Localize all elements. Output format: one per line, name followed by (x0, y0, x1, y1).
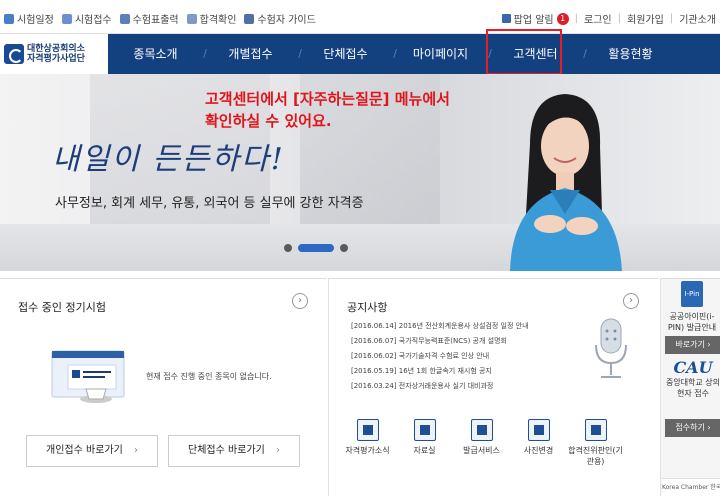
divider: | (574, 13, 579, 24)
side-panel: I-Pin 공공아이핀(i-PIN) 발급안내 바로가기 › CAU 중앙대학교… (660, 278, 720, 496)
microphone-icon (595, 318, 627, 378)
notice-item[interactable]: [2016.06.14] 2016년 전산회계운용사 상설검정 일정 안내 (351, 319, 561, 334)
no-open-exams-message: 현재 접수 진행 중인 종목이 없습니다. (146, 372, 272, 381)
individual-register-shortcut-button[interactable]: 개인접수 바로가기 › (26, 435, 158, 467)
notice-item[interactable]: [2016.03.24] 전자상거래운용사 실기 대비과정 (351, 379, 561, 394)
notice-item[interactable]: [2016.06.02] 국가기술자격 수험료 인상 안내 (351, 349, 561, 364)
menu-item-group-register[interactable]: 단체접수 (298, 34, 397, 74)
print-icon (119, 13, 130, 24)
service-archive[interactable]: 자료실 (396, 419, 453, 467)
chevron-right-icon: › (133, 445, 138, 456)
quick-link-register[interactable]: 시험접수 (61, 11, 112, 26)
notice-more-button[interactable]: › (623, 293, 639, 309)
service-shortcuts: 자격평가소식 자료실 발급서비스 사진변경 합격진위판인(기관용) (339, 419, 659, 467)
notice-item[interactable]: [2016.05.19] 16년 1회 한글속기 재시험 공지 (351, 364, 561, 379)
ipin-icon: I-Pin (681, 281, 703, 307)
popup-alert-link[interactable]: 팝업 알림 (514, 11, 554, 26)
ipin-go-button[interactable]: 바로가기 › (665, 336, 720, 354)
quick-link-schedule[interactable]: 시험일정 (4, 11, 54, 26)
news-icon (356, 419, 379, 441)
guide-icon (244, 13, 255, 24)
menu-item-mypage[interactable]: 마이페이지 (393, 34, 492, 74)
notice-title: 공지사항 (347, 301, 388, 314)
top-utility-bar: 시험일정 시험접수 수험표출력 합격확인 수험자 가이드 팝업 알림 1 | 로… (0, 0, 720, 34)
org-intro-link[interactable]: 기관소개 (679, 11, 716, 26)
customer-center-highlight-box (486, 29, 562, 75)
slide-dot[interactable] (284, 244, 292, 252)
ipin-section: I-Pin 공공아이핀(i-PIN) 발급안내 바로가기 › CAU 중앙대학교… (665, 281, 720, 440)
hero-slogan: 내일이 든든하다! (52, 142, 285, 177)
annotation-text: 고객센터에서 [자주하는질문] 메뉴에서 확인하실 수 있어요. (205, 90, 450, 130)
site-logo[interactable]: 대한상공회의소 자격평가사업단 (0, 34, 108, 74)
notice-item[interactable]: [2016.06.07] 국가직무능력표준(NCS) 공개 설명회 (351, 334, 561, 349)
service-verify[interactable]: 합격진위판인(기관용) (567, 419, 624, 467)
cau-banner[interactable]: CAU 중앙대학교 상의 현자 접수 (665, 358, 720, 416)
service-issuance[interactable]: 발급서비스 (453, 419, 510, 467)
open-exams-more-button[interactable]: › (292, 293, 308, 309)
cau-logo: CAU (673, 358, 713, 377)
group-register-shortcut-button[interactable]: 단체접수 바로가기 › (168, 435, 300, 467)
cau-text: 중앙대학교 상의 현자 접수 (665, 378, 720, 398)
logo-mark-icon (4, 44, 24, 64)
login-link[interactable]: 로그인 (584, 11, 612, 26)
popup-alert-icon (501, 14, 511, 23)
quick-links: 시험일정 시험접수 수험표출력 합격확인 수험자 가이드 (4, 11, 324, 26)
archive-icon (413, 419, 436, 441)
check-icon (186, 13, 197, 24)
alert-count-badge: 1 (556, 12, 569, 25)
chevron-right-icon: › (275, 445, 280, 456)
signup-link[interactable]: 회원가입 (627, 11, 664, 26)
logo-text: 대한상공회의소 자격평가사업단 (27, 44, 85, 64)
notice-panel: 공지사항 › [2016.06.14] 2016년 전산회계운용사 상설검정 일… (328, 278, 658, 496)
menu-item-usage-status[interactable]: 활용현황 (583, 34, 678, 74)
service-photo-change[interactable]: 사진변경 (510, 419, 567, 467)
partner-logo: Korea Chamber 한국표준협회 (662, 478, 720, 496)
calendar-icon (4, 13, 14, 24)
edit-icon (61, 13, 72, 24)
quick-link-guide[interactable]: 수험자 가이드 (244, 11, 316, 26)
main-navigation: 대한상공회의소 자격평가사업단 종목소개 개별접수 단체접수 마이페이지 고객센… (0, 34, 720, 74)
slide-indicator (284, 244, 348, 252)
menu-item-subjects[interactable]: 종목소개 (108, 34, 207, 74)
divider: | (617, 13, 621, 24)
quick-link-result[interactable]: 합격확인 (186, 11, 236, 26)
hero-subtext: 사무정보, 회계 세무, 유통, 외국어 등 실무에 강한 자격증 (55, 196, 364, 211)
divider: | (669, 13, 674, 24)
hero-banner: 고객센터에서 [자주하는질문] 메뉴에서 확인하실 수 있어요. 내일이 든든하… (0, 74, 720, 271)
menu-items: 종목소개 개별접수 단체접수 마이페이지 고객센터 활용현황 (108, 34, 678, 74)
menu-item-individual-register[interactable]: 개별접수 (203, 34, 302, 74)
photo-icon (527, 419, 550, 441)
slide-dot-active[interactable] (298, 244, 334, 252)
notice-list: [2016.06.14] 2016년 전산회계운용사 상설검정 일정 안내 [2… (351, 319, 561, 394)
hero-person-image (510, 94, 622, 271)
ipin-title: 공공아이핀(i-PIN) 발급안내 (667, 312, 717, 332)
exam-illustration-image (51, 350, 125, 403)
certificate-icon (470, 419, 493, 441)
service-news[interactable]: 자격평가소식 (339, 419, 396, 467)
open-exams-panel: 접수 중인 정기시험 › 현재 접수 진행 중인 종목이 없습니다. 개인접수 … (0, 278, 326, 496)
quick-link-ticket-print[interactable]: 수험표출력 (119, 11, 179, 26)
account-links: 팝업 알림 1 | 로그인 | 회원가입 | 기관소개 (501, 11, 716, 26)
open-exams-title: 접수 중인 정기시험 (18, 301, 106, 314)
verify-icon (584, 419, 607, 441)
slide-dot[interactable] (340, 244, 348, 252)
cau-apply-button[interactable]: 접수하기 › (665, 419, 720, 437)
